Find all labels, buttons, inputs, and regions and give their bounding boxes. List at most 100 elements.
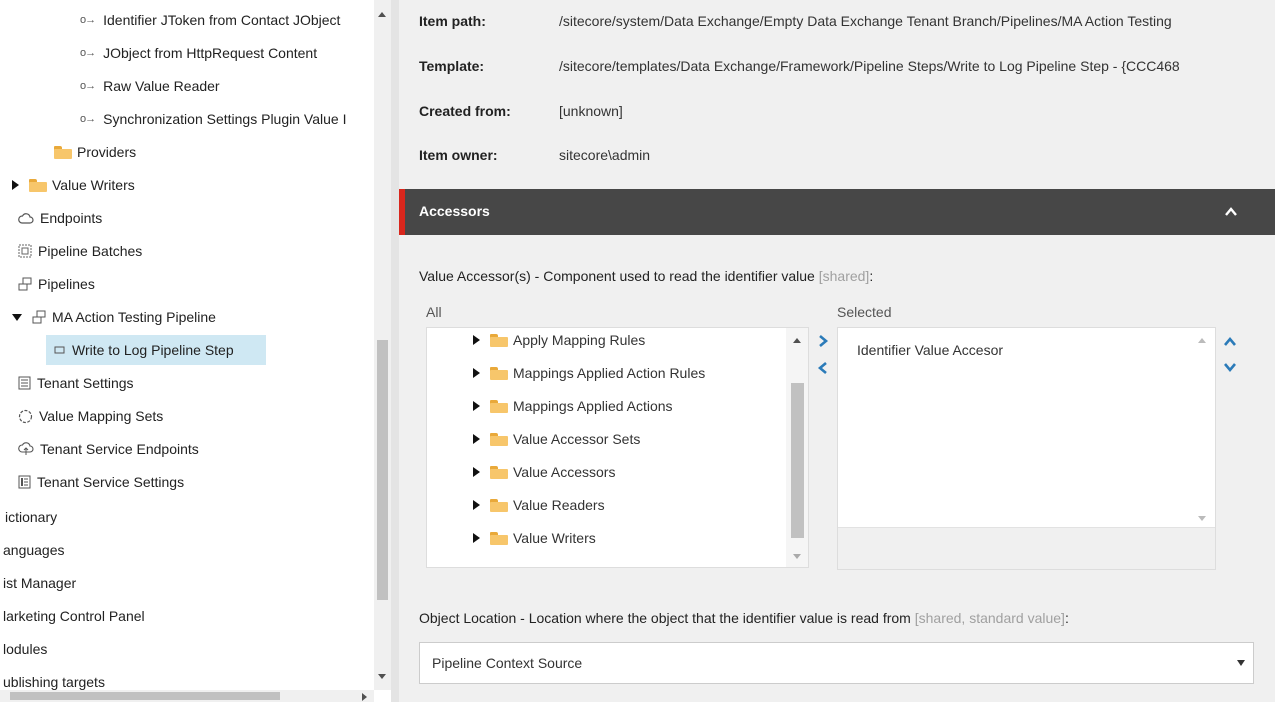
item-owner-value: sitecore\admin xyxy=(559,147,651,163)
scroll-up-arrow-icon[interactable] xyxy=(1198,338,1206,343)
dotted-circle-icon xyxy=(18,409,33,423)
tree-item-label: Value Writers xyxy=(52,177,135,193)
expand-arrow-icon[interactable] xyxy=(473,533,480,543)
scroll-down-arrow-icon[interactable] xyxy=(1198,516,1206,521)
tree-item-label: MA Action Testing Pipeline xyxy=(52,309,216,325)
cloud-icon xyxy=(18,213,34,224)
selected-list-item[interactable]: Identifier Value Accesor xyxy=(857,342,1003,358)
list-item-label: Apply Mapping Rules xyxy=(513,332,646,348)
tree-item-ma-action-testing-pipeline[interactable]: MA Action Testing Pipeline xyxy=(12,302,216,332)
expand-arrow-icon[interactable] xyxy=(473,368,480,378)
expand-arrow-icon[interactable] xyxy=(473,500,480,510)
tree-item-pipelines[interactable]: Pipelines xyxy=(18,269,95,299)
accessors-section-header[interactable]: Accessors xyxy=(399,189,1275,235)
list-item[interactable]: Apply Mapping Rules xyxy=(473,329,645,351)
template-row: Template: /sitecore/templates/Data Excha… xyxy=(419,56,1180,76)
tree-item-label: Value Mapping Sets xyxy=(39,408,164,424)
list-item[interactable]: Mappings Applied Action Rules xyxy=(473,362,705,384)
tree-item-value-mapping-sets[interactable]: Value Mapping Sets xyxy=(18,401,163,431)
expand-arrow-icon[interactable] xyxy=(473,467,480,477)
folder-icon xyxy=(29,178,47,192)
content-tree: o→ Identifier JToken from Contact JObjec… xyxy=(0,0,398,702)
field-label-meta: [shared, standard value] xyxy=(914,610,1065,626)
collapse-arrow-icon[interactable] xyxy=(12,313,22,321)
field-label-text: Object Location - Location where the obj… xyxy=(419,610,915,626)
scrollbar-thumb[interactable] xyxy=(377,340,388,600)
tree-item[interactable]: o→ Synchronization Settings Plugin Value… xyxy=(80,104,346,134)
remove-item-arrow-icon[interactable] xyxy=(816,361,830,375)
tree-item-pipeline-batches[interactable]: Pipeline Batches xyxy=(18,236,142,266)
selected-items-list[interactable]: Identifier Value Accesor xyxy=(837,327,1216,570)
tree-item-label: Tenant Service Endpoints xyxy=(40,441,199,457)
tree-item-providers[interactable]: Providers xyxy=(54,137,136,167)
tree-item[interactable]: o→ JObject from HttpRequest Content xyxy=(80,38,317,68)
document-icon xyxy=(18,376,31,390)
list-item-label: Mappings Applied Actions xyxy=(513,398,673,414)
step-icon xyxy=(54,346,65,354)
all-list-scrollbar[interactable] xyxy=(786,328,808,567)
all-items-list[interactable]: Apply Mapping Rules Mappings Applied Act… xyxy=(426,327,809,568)
tree-item-marketing-control-panel[interactable]: larketing Control Panel xyxy=(3,601,145,631)
scrollbar-thumb[interactable] xyxy=(10,692,280,700)
add-item-arrow-icon[interactable] xyxy=(816,334,830,348)
expand-arrow-icon[interactable] xyxy=(12,180,19,190)
tree-item-endpoints[interactable]: Endpoints xyxy=(18,203,102,233)
folder-icon xyxy=(490,366,508,380)
tree-item-tenant-settings[interactable]: Tenant Settings xyxy=(18,368,134,398)
tree-item-label: anguages xyxy=(3,542,65,558)
batch-icon xyxy=(18,244,32,258)
expand-arrow-icon[interactable] xyxy=(473,335,480,345)
tree-item[interactable]: o→ Identifier JToken from Contact JObjec… xyxy=(80,5,340,35)
scroll-up-arrow-icon[interactable] xyxy=(793,338,801,343)
folder-icon xyxy=(490,333,508,347)
move-down-chevron-icon[interactable] xyxy=(1223,360,1237,374)
tree-item-label: ictionary xyxy=(5,509,58,525)
tree-horizontal-scrollbar[interactable] xyxy=(0,690,374,702)
tree-item-tenant-service-settings[interactable]: Tenant Service Settings xyxy=(18,467,184,497)
dropdown-caret-icon xyxy=(1237,660,1245,666)
tree-vertical-scrollbar[interactable] xyxy=(374,0,391,690)
tree-item-write-to-log-pipeline-step[interactable]: Write to Log Pipeline Step xyxy=(46,335,266,365)
list-item[interactable]: Value Accessor Sets xyxy=(473,428,640,450)
cloud-upload-icon xyxy=(18,442,34,455)
created-from-value: [unknown] xyxy=(559,103,623,119)
tree-item-label: ist Manager xyxy=(3,575,77,591)
all-list-caption: All xyxy=(426,304,442,320)
list-item[interactable]: Value Accessors xyxy=(473,461,615,483)
tree-item-label: Identifier JToken from Contact JObject xyxy=(103,12,341,28)
tree-item[interactable]: o→ Raw Value Reader xyxy=(80,71,220,101)
folder-icon xyxy=(490,465,508,479)
field-label-meta: [shared] xyxy=(818,268,870,284)
folder-icon xyxy=(490,399,508,413)
move-up-chevron-icon[interactable] xyxy=(1223,335,1237,349)
item-owner-label: Item owner: xyxy=(419,147,498,163)
tree-item-value-writers[interactable]: Value Writers xyxy=(12,170,135,200)
scroll-right-arrow-icon[interactable] xyxy=(362,693,367,701)
list-item[interactable]: Value Readers xyxy=(473,494,605,516)
scrollbar-thumb[interactable] xyxy=(791,383,804,538)
template-label: Template: xyxy=(419,58,485,74)
object-location-select[interactable]: Pipeline Context Source xyxy=(419,642,1254,684)
folder-icon xyxy=(54,145,72,159)
tree-item-label: Synchronization Settings Plugin Value I xyxy=(103,111,347,127)
tree-item-list-manager[interactable]: ist Manager xyxy=(3,568,76,598)
tree-item-modules[interactable]: lodules xyxy=(3,634,47,664)
list-item[interactable]: Value Writers xyxy=(473,527,596,549)
tree-item-label: JObject from HttpRequest Content xyxy=(103,45,318,61)
tree-item-dictionary[interactable]: ictionary xyxy=(5,502,57,532)
object-location-field-label: Object Location - Location where the obj… xyxy=(419,610,1069,626)
tree-item-languages[interactable]: anguages xyxy=(3,535,65,565)
scroll-up-arrow-icon[interactable] xyxy=(378,12,386,17)
template-value: /sitecore/templates/Data Exchange/Framew… xyxy=(559,58,1180,74)
pane-splitter[interactable] xyxy=(391,0,399,702)
item-path-value: /sitecore/system/Data Exchange/Empty Dat… xyxy=(559,13,1172,29)
created-from-row: Created from: [unknown] xyxy=(419,101,623,121)
list-item[interactable]: Mappings Applied Actions xyxy=(473,395,673,417)
scroll-down-arrow-icon[interactable] xyxy=(378,674,386,679)
folder-icon xyxy=(490,531,508,545)
expand-arrow-icon[interactable] xyxy=(473,434,480,444)
scroll-down-arrow-icon[interactable] xyxy=(793,554,801,559)
tree-item-tenant-service-endpoints[interactable]: Tenant Service Endpoints xyxy=(18,434,199,464)
expand-arrow-icon[interactable] xyxy=(473,401,480,411)
chevron-up-icon[interactable] xyxy=(1225,206,1237,218)
